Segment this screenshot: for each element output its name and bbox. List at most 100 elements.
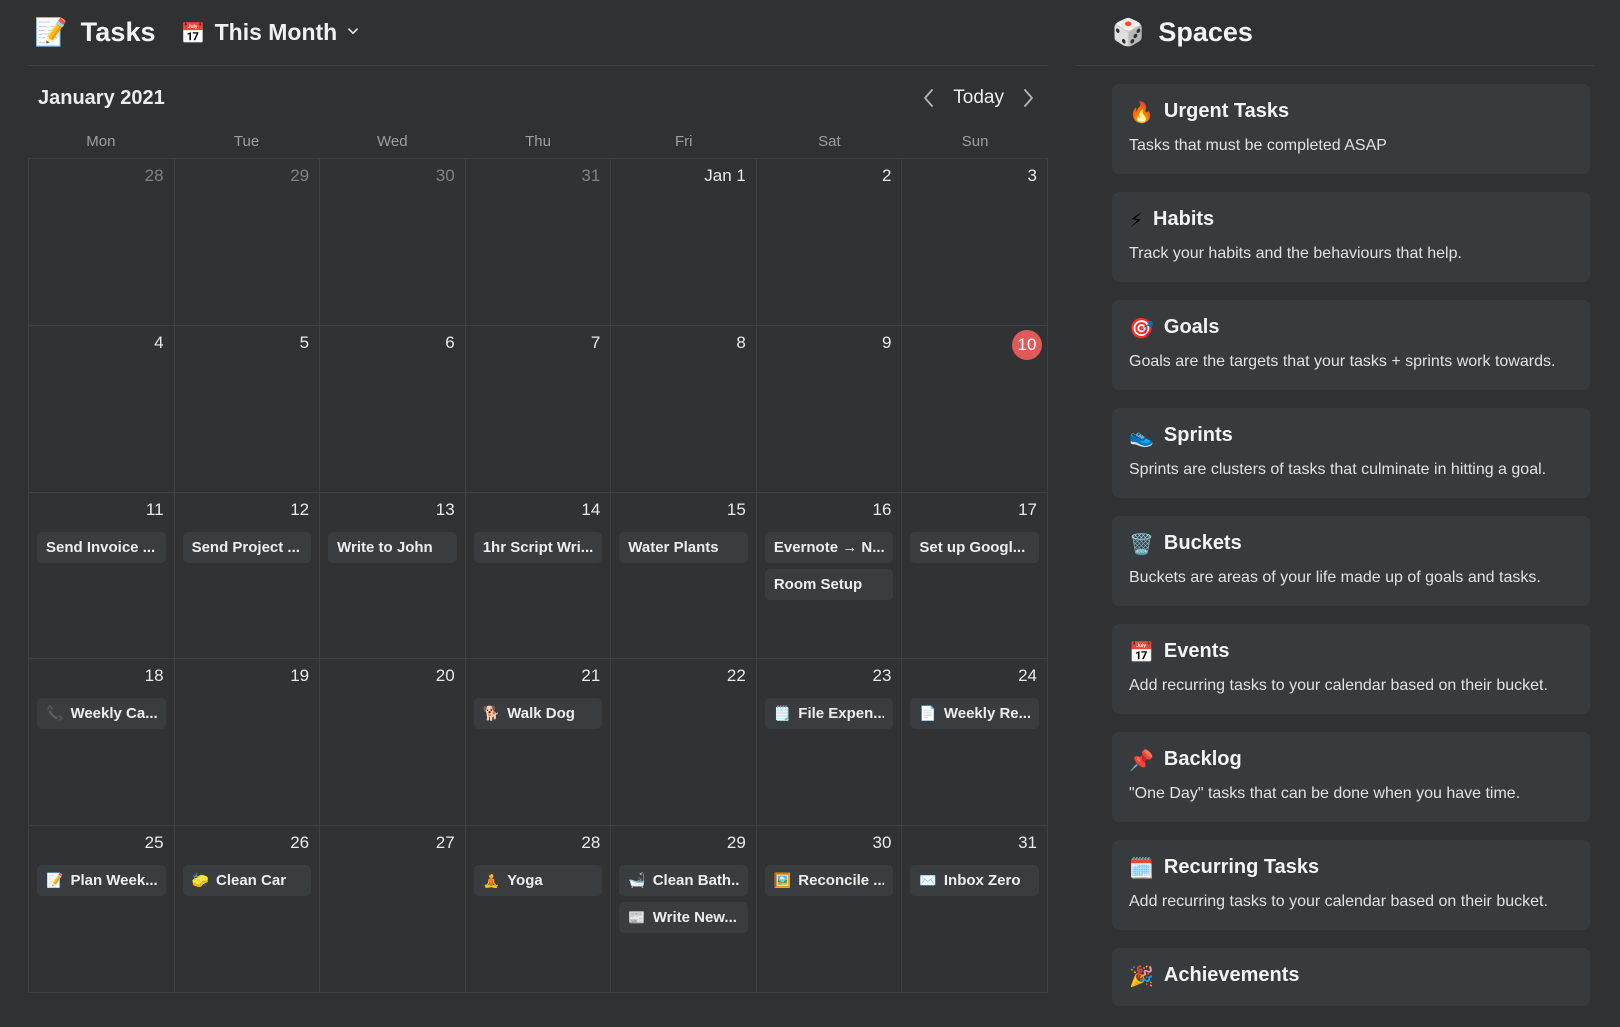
day-number: 29 [726, 833, 746, 853]
calendar-day-cell[interactable]: 28 [29, 159, 175, 326]
task-chip-label: 1hr Script Wri... [482, 538, 594, 556]
calendar-day-cell[interactable]: 20 [320, 659, 466, 827]
calendar-day-cell[interactable]: 26 🧽 Clean Car [174, 826, 321, 993]
chevron-right-icon[interactable] [1020, 87, 1036, 109]
task-chip[interactable]: 🧽 Clean Car [182, 865, 312, 897]
calendar-day-cell[interactable]: 12 Send Project ... [174, 492, 321, 660]
calendar-day-cell[interactable]: 22 [611, 659, 757, 827]
scope-label: This Month [214, 19, 338, 45]
calendar-day-cell[interactable]: 2 [756, 159, 903, 326]
calendar-day-cell[interactable]: 28 🧘 Yoga [465, 826, 612, 993]
calendar-day-cell[interactable]: Jan 1 [611, 159, 757, 326]
calendar-day-cell[interactable]: 29 [174, 159, 321, 326]
day-number: 24 [1018, 666, 1037, 686]
calendar-day-cell[interactable]: 4 [29, 325, 175, 493]
calendar-day-cell[interactable]: 27 [320, 826, 466, 993]
space-card[interactable]: 🗑️ Buckets Buckets are areas of your life … [1112, 516, 1590, 606]
calendar-day-cell[interactable]: 15 Water Plants [611, 492, 757, 660]
task-chip-label: Send Project ... [191, 538, 300, 556]
scope-selector[interactable]: 📅 This Month [181, 19, 361, 46]
task-chip-label: File Expen... [798, 705, 885, 723]
task-chip[interactable]: 🛁 Clean Bath... [619, 865, 748, 897]
space-name: Goals [1163, 316, 1220, 338]
space-emoji-icon: 📌 [1129, 747, 1154, 772]
space-emoji-icon: 🎉 [1129, 963, 1154, 988]
task-chip-label: Evernote → N... [773, 538, 885, 556]
space-card[interactable]: 📅 Events Add recurring tasks to your calen… [1112, 624, 1590, 714]
calendar-day-cell[interactable]: 30 🖼️ Reconcile ... [756, 826, 903, 993]
weekday-label-mon: Mon [86, 132, 116, 150]
day-number: 7 [590, 332, 601, 352]
space-name: Recurring Tasks [1163, 856, 1320, 878]
calendar-day-cell[interactable]: 5 [174, 325, 321, 493]
task-chip[interactable]: ✉️ Inbox Zero [910, 865, 1039, 897]
task-chip[interactable]: 📄 Weekly Re... [910, 698, 1039, 730]
task-chip[interactable]: Send Project ... [182, 531, 312, 563]
space-card[interactable]: 🎉 Achievements [1112, 948, 1590, 1006]
task-chip[interactable]: 📝 Plan Week... [37, 865, 166, 897]
task-chip-list: 📞 Weekly Ca... [37, 698, 166, 730]
calendar-day-cell[interactable]: 11 Send Invoice ... [29, 492, 175, 660]
space-card-header: 📌 Backlog [1129, 748, 1573, 771]
space-emoji-icon: 🎯 [1129, 315, 1154, 340]
task-chip[interactable]: Water Plants [619, 531, 748, 563]
day-number: 12 [290, 499, 310, 519]
task-chip-list: 📄 Weekly Re... [910, 698, 1039, 730]
calendar-day-cell[interactable]: 10 [902, 325, 1048, 493]
task-chip-list: Water Plants [619, 531, 748, 563]
task-chip[interactable]: Room Setup [764, 568, 894, 600]
calendar-day-cell[interactable]: 24 📄 Weekly Re... [902, 659, 1048, 827]
chevron-left-icon[interactable] [921, 87, 937, 109]
space-card[interactable]: 🎯 Goals Goals are the targets that your ta… [1112, 300, 1590, 390]
chevron-down-icon [346, 24, 360, 38]
calendar-day-cell[interactable]: 31 [465, 159, 612, 326]
task-chip[interactable]: 📞 Weekly Ca... [37, 698, 166, 730]
calendar-day-cell[interactable]: 14 1hr Script Wri... [465, 492, 612, 660]
space-card[interactable]: 📌 Backlog "One Day" tasks that can be done… [1112, 732, 1590, 822]
task-chip[interactable]: 📰 Write New... [619, 902, 748, 934]
task-chip[interactable]: 🧘 Yoga [473, 865, 603, 897]
calendar-day-cell[interactable]: 6 [320, 325, 466, 493]
task-chip[interactable]: 🐕 Walk Dog [473, 698, 603, 730]
calendar-day-cell[interactable]: 16 Evernote → N... Room Setup [756, 492, 903, 660]
tasks-memo-icon: 📝 [34, 17, 68, 48]
calendar-day-cell[interactable]: 29 🛁 Clean Bath... 📰 Write New... [611, 826, 757, 993]
day-number: 20 [435, 666, 455, 686]
day-number: 15 [726, 499, 746, 519]
task-chip-list: Send Invoice ... [37, 531, 166, 563]
calendar-day-cell[interactable]: 3 [902, 159, 1048, 326]
calendar-day-cell[interactable]: 7 [465, 325, 612, 493]
task-chip[interactable]: 🗒️ File Expen... [764, 698, 894, 730]
calendar-day-cell[interactable]: 25 📝 Plan Week... [29, 826, 175, 993]
space-description: Sprints are clusters of tasks that culmi… [1129, 461, 1547, 478]
space-card[interactable]: 🗓️ Recurring Tasks Add recurring tasks to … [1112, 840, 1590, 930]
task-chip[interactable]: 🖼️ Reconcile ... [764, 865, 894, 897]
task-chip[interactable]: Send Invoice ... [37, 531, 166, 563]
month-navigation: Today [921, 87, 1042, 109]
day-number: 6 [445, 332, 455, 352]
weekday-label-sun: Sun [961, 132, 989, 150]
task-chip[interactable]: Write to John [328, 531, 457, 563]
space-card-header: 🔥 Urgent Tasks [1129, 100, 1573, 123]
calendar-day-cell[interactable]: 23 🗒️ File Expen... [756, 659, 903, 827]
calendar-day-cell[interactable]: 9 [756, 325, 903, 493]
space-card[interactable]: 👟 Sprints Sprints are clusters of tasks th… [1112, 408, 1590, 498]
space-name: Sprints [1163, 424, 1233, 446]
space-description: Buckets are areas of your life made up o… [1129, 569, 1541, 586]
space-card[interactable]: ⚡ Habits Track your habits and the behavio… [1112, 192, 1590, 282]
calendar-day-cell[interactable]: 19 [174, 659, 321, 827]
task-chip[interactable]: Evernote → N... [764, 531, 894, 563]
calendar-day-cell[interactable]: 18 📞 Weekly Ca... [29, 659, 175, 827]
calendar-day-cell[interactable]: 13 Write to John [320, 492, 466, 660]
task-chip[interactable]: Set up Googl... [910, 531, 1039, 563]
calendar-day-cell[interactable]: 8 [611, 325, 757, 493]
today-button[interactable]: Today [953, 87, 1004, 109]
calendar-day-cell[interactable]: 17 Set up Googl... [902, 492, 1048, 660]
calendar-day-cell[interactable]: 21 🐕 Walk Dog [465, 659, 612, 827]
task-chip[interactable]: 1hr Script Wri... [473, 531, 603, 563]
calendar-day-cell[interactable]: 31 ✉️ Inbox Zero [902, 826, 1048, 993]
day-number: 22 [726, 666, 746, 686]
task-emoji-icon: 📄 [919, 705, 937, 722]
calendar-day-cell[interactable]: 30 [320, 159, 466, 326]
space-card[interactable]: 🔥 Urgent Tasks Tasks that must be complete… [1112, 84, 1590, 174]
